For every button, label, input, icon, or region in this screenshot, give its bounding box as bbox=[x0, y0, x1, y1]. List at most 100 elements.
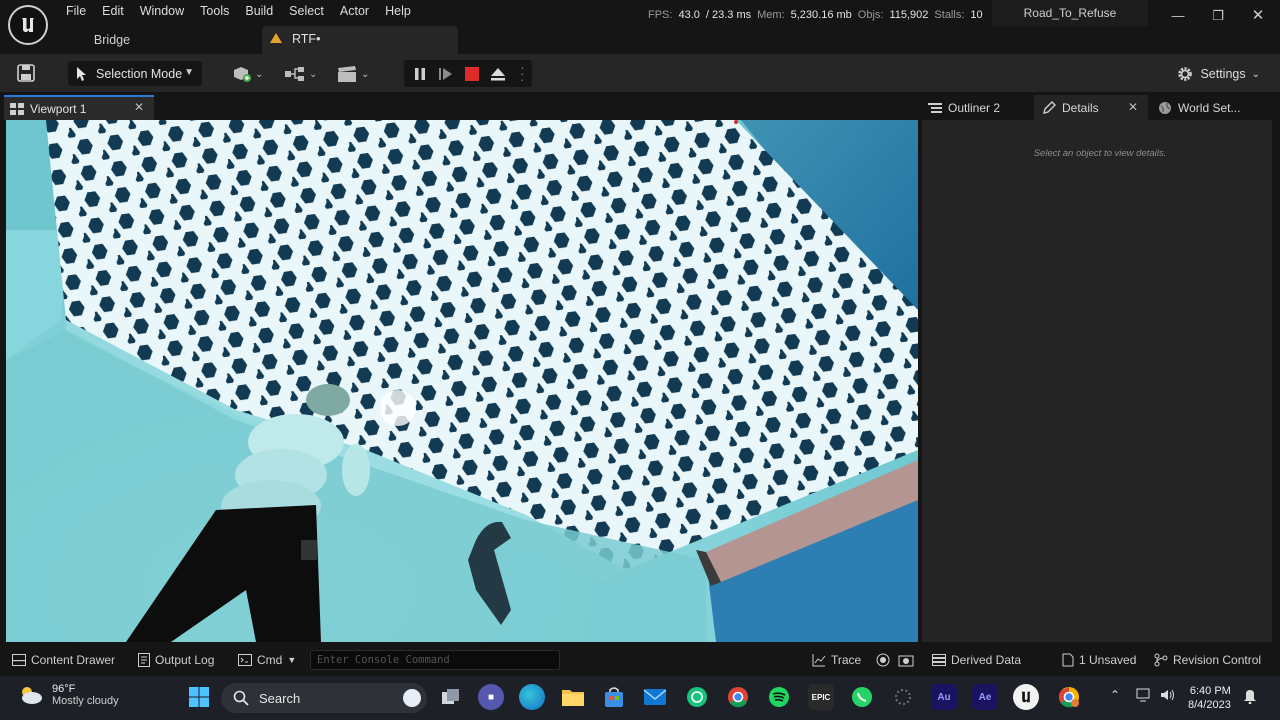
tab-outliner-2[interactable]: Outliner 2 bbox=[920, 95, 1030, 120]
revision-control-button[interactable]: Revision Control bbox=[1154, 653, 1261, 667]
frame-skip-icon[interactable] bbox=[438, 66, 454, 82]
weather-temperature: 96°F bbox=[52, 683, 76, 695]
settings-label: Settings bbox=[1200, 67, 1246, 81]
derived-data-label: Derived Data bbox=[951, 653, 1022, 667]
viewport-scene bbox=[6, 120, 918, 642]
performance-stats: FPS: 43.0 / 23.3 ms Mem: 5,230.16 mb Obj… bbox=[648, 9, 983, 21]
menu-select[interactable]: Select bbox=[281, 3, 332, 19]
audition-icon[interactable]: Au bbox=[931, 684, 957, 710]
project-title: Road_To_Refuse bbox=[992, 0, 1148, 26]
menu-window[interactable]: Window bbox=[132, 3, 192, 19]
content-drawer-button[interactable]: Content Drawer bbox=[12, 653, 115, 667]
mail-icon[interactable] bbox=[642, 684, 668, 710]
derived-data-button[interactable]: Derived Data bbox=[932, 653, 1021, 667]
menu-tools[interactable]: Tools bbox=[192, 3, 237, 19]
stop-icon[interactable] bbox=[464, 66, 480, 82]
task-view-icon[interactable] bbox=[438, 684, 464, 710]
teams-icon[interactable]: ■ bbox=[478, 684, 504, 710]
trace-icon bbox=[812, 654, 826, 667]
tab-outliner-label: Outliner 2 bbox=[948, 100, 1001, 115]
windows-start-icon[interactable] bbox=[186, 684, 212, 710]
more-options-icon[interactable]: · · · bbox=[520, 60, 525, 86]
system-clock[interactable]: 6:40 PM 8/4/2023 bbox=[1188, 684, 1231, 712]
tab-level-label: RTF• bbox=[292, 32, 321, 46]
pause-icon[interactable] bbox=[412, 66, 428, 82]
selection-mode-label: Selection Mode bbox=[96, 66, 183, 81]
chrome-profile-icon[interactable] bbox=[1056, 684, 1082, 710]
volume-icon[interactable] bbox=[1160, 688, 1176, 702]
trace-button[interactable]: Trace bbox=[812, 653, 861, 667]
mem-value: 5,230.16 mb bbox=[790, 9, 852, 21]
epic-games-icon[interactable]: EPIC bbox=[808, 684, 834, 710]
chrome-icon[interactable] bbox=[725, 684, 751, 710]
chevron-down-icon: ⌄ bbox=[255, 68, 264, 80]
level-icon bbox=[270, 33, 282, 43]
windows-taskbar: 96°F Mostly cloudy Search ■ EPIC Au Ae ⌃… bbox=[0, 676, 1280, 720]
menu-file[interactable]: File bbox=[58, 3, 94, 19]
branch-icon bbox=[1154, 653, 1168, 667]
taskbar-search[interactable]: Search bbox=[221, 683, 427, 713]
minimize-icon[interactable]: — bbox=[1168, 6, 1188, 26]
loading-icon[interactable] bbox=[890, 684, 916, 710]
search-icon bbox=[233, 690, 249, 706]
screenshot-icon[interactable] bbox=[898, 653, 914, 667]
play-controls: · · · bbox=[404, 60, 532, 87]
revision-control-label: Revision Control bbox=[1173, 653, 1262, 667]
tab-world-settings-label: World Set... bbox=[1178, 100, 1241, 115]
record-icon[interactable] bbox=[876, 653, 890, 667]
cmd-dropdown[interactable]: Cmd ▼ bbox=[238, 653, 296, 667]
drawer-icon bbox=[12, 654, 26, 666]
spotify-icon[interactable] bbox=[766, 684, 792, 710]
fps-label: FPS: bbox=[648, 9, 673, 21]
menu-help[interactable]: Help bbox=[377, 3, 419, 19]
tab-details-label: Details bbox=[1062, 100, 1099, 115]
tab-viewport-1[interactable]: Viewport 1 ✕ bbox=[4, 95, 154, 120]
status-bar: Content Drawer Output Log Cmd ▼ Enter Co… bbox=[0, 644, 1280, 676]
unsaved-button[interactable]: 1 Unsaved bbox=[1062, 653, 1136, 667]
chatgpt-icon[interactable] bbox=[684, 684, 710, 710]
output-log-button[interactable]: Output Log bbox=[138, 653, 214, 667]
content-drawer-label: Content Drawer bbox=[31, 653, 116, 667]
network-icon[interactable] bbox=[1136, 688, 1152, 702]
level-viewport[interactable] bbox=[6, 120, 918, 642]
close-icon[interactable]: ✕ bbox=[1248, 6, 1268, 26]
search-label: Search bbox=[259, 690, 301, 706]
menu-edit[interactable]: Edit bbox=[94, 3, 132, 19]
whatsapp-icon[interactable] bbox=[849, 684, 875, 710]
unreal-engine-icon[interactable] bbox=[1013, 684, 1039, 710]
objs-value: 115,902 bbox=[889, 9, 929, 21]
mem-label: Mem: bbox=[757, 9, 785, 21]
settings-button[interactable]: Settings ⌄ bbox=[1176, 65, 1260, 83]
panel-tabs-row: Viewport 1 ✕ Outliner 2 Details ✕ World … bbox=[0, 92, 1280, 120]
chevron-up-icon[interactable]: ⌃ bbox=[1110, 688, 1120, 702]
add-actor-button[interactable]: ⌄ bbox=[232, 65, 263, 83]
globe-icon bbox=[1159, 101, 1171, 114]
menu-build[interactable]: Build bbox=[237, 3, 281, 19]
unreal-logo-icon[interactable] bbox=[8, 5, 48, 45]
blueprint-button[interactable]: ⌄ bbox=[284, 65, 317, 83]
edge-icon[interactable] bbox=[519, 684, 545, 710]
clock-time: 6:40 PM bbox=[1189, 685, 1231, 697]
file-explorer-icon[interactable] bbox=[560, 684, 586, 710]
console-input[interactable]: Enter Console Command bbox=[310, 650, 560, 670]
restore-icon[interactable]: ❐ bbox=[1208, 6, 1228, 26]
save-icon[interactable] bbox=[16, 64, 36, 82]
blueprint-icon bbox=[285, 67, 304, 81]
clapperboard-icon bbox=[338, 66, 356, 82]
objs-label: Objs: bbox=[857, 9, 884, 21]
stalls-label: Stalls: bbox=[934, 9, 965, 21]
close-tab-icon[interactable]: ✕ bbox=[1128, 100, 1138, 114]
tab-bridge[interactable]: Bridge bbox=[80, 28, 144, 52]
tab-level-rtf[interactable]: RTF• bbox=[262, 26, 458, 54]
eject-icon[interactable] bbox=[490, 66, 506, 82]
cinematics-button[interactable]: ⌄ bbox=[336, 65, 369, 83]
weather-widget[interactable]: 96°F Mostly cloudy bbox=[18, 683, 119, 707]
selection-mode-dropdown[interactable]: Selection Mode ▼ bbox=[68, 61, 202, 86]
menu-actor[interactable]: Actor bbox=[332, 3, 377, 19]
notifications-icon[interactable] bbox=[1243, 688, 1257, 704]
tab-details[interactable]: Details ✕ bbox=[1034, 95, 1148, 120]
tab-world-settings[interactable]: World Set... bbox=[1150, 95, 1270, 120]
after-effects-icon[interactable]: Ae bbox=[972, 684, 998, 710]
store-icon[interactable] bbox=[601, 684, 627, 710]
close-tab-icon[interactable]: ✕ bbox=[134, 100, 144, 114]
